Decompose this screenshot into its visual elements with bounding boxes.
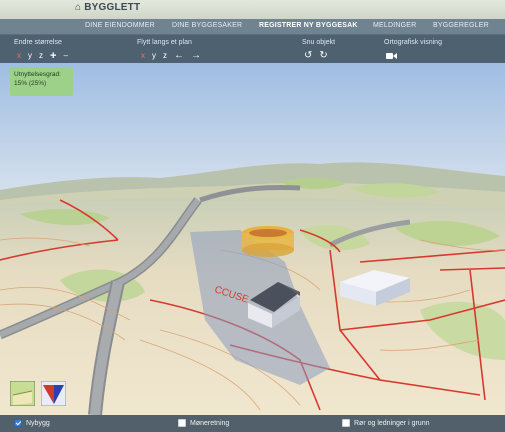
moneretning-option[interactable]: Møneretning <box>178 419 229 427</box>
map-view-thumbnail[interactable] <box>9 380 36 407</box>
ror-option[interactable]: Rør og ledninger i grunn <box>342 419 430 427</box>
resize-label: Endre størrelse <box>14 39 62 46</box>
move-z-button[interactable]: z <box>163 51 167 61</box>
home-icon: ⌂ <box>75 2 82 13</box>
shrink-button[interactable]: – <box>63 51 67 61</box>
resize-controls: x y z + – <box>17 50 68 61</box>
terrain-scene[interactable]: CCUSE <box>0 63 505 415</box>
axis-view-thumbnail[interactable] <box>40 380 67 407</box>
map-layer-icon <box>9 380 36 407</box>
header-bar: ⌂ BYGGLETT <box>0 0 505 19</box>
moneretning-checkbox[interactable] <box>178 419 186 427</box>
map-3d-view[interactable]: CCUSE <box>0 63 505 415</box>
move-label: Flytt langs et plan <box>137 39 192 46</box>
move-y-button[interactable]: y <box>152 51 156 61</box>
move-left-button[interactable]: ← <box>174 50 184 61</box>
resize-y-button[interactable]: y <box>28 51 32 61</box>
nybygg-label: Nybygg <box>26 419 50 427</box>
options-bar: Nybygg Møneretning Rør og ledninger i gr… <box>0 415 505 432</box>
camera-icon[interactable] <box>386 52 397 60</box>
nybygg-checkbox[interactable] <box>14 419 22 427</box>
nybygg-option[interactable]: Nybygg <box>14 419 50 427</box>
object-toolbar: Endre størrelse x y z + – Flytt langs et… <box>0 35 505 63</box>
ortho-controls <box>386 50 397 61</box>
move-right-button[interactable]: → <box>191 50 201 61</box>
nav-item-meldinger[interactable]: MELDINGER <box>373 22 416 29</box>
ortho-label: Ortografisk visning <box>384 39 442 46</box>
app-logo[interactable]: ⌂ BYGGLETT <box>75 2 140 13</box>
nav-item-registrer-ny-byggesak[interactable]: REGISTRER NY BYGGESAK <box>259 22 358 29</box>
utilization-label: Utnyttelsesgrad: <box>14 71 61 78</box>
resize-z-button[interactable]: z <box>39 51 43 61</box>
move-controls: x y z ← → <box>141 50 201 61</box>
utilization-value: 15% (25%) <box>14 80 47 87</box>
move-x-button[interactable]: x <box>141 51 145 61</box>
nav-item-dine-eiendommer[interactable]: DINE EIENDOMMER <box>85 22 155 29</box>
rotate-label: Snu objekt <box>302 39 336 46</box>
moneretning-label: Møneretning <box>190 419 230 427</box>
ror-label: Rør og ledninger i grunn <box>354 419 430 427</box>
enlarge-button[interactable]: + <box>50 50 56 61</box>
utilization-badge: Utnyttelsesgrad: 15% (25%) <box>10 67 73 96</box>
app-logo-text: BYGGLETT <box>84 2 141 13</box>
axis-orientation-icon <box>40 380 67 407</box>
nav-item-byggeregler[interactable]: BYGGEREGLER <box>433 22 489 29</box>
main-nav: DINE EIENDOMMER DINE BYGGESAKER REGISTRE… <box>0 19 505 35</box>
resize-x-button[interactable]: x <box>17 51 21 61</box>
rotate-cw-icon[interactable]: ↻ <box>319 50 327 61</box>
rotate-ccw-icon[interactable]: ↺ <box>304 50 312 61</box>
nav-item-dine-byggesaker[interactable]: DINE BYGGESAKER <box>172 22 242 29</box>
rotate-controls: ↺ ↻ <box>304 50 328 61</box>
ror-checkbox[interactable] <box>342 419 350 427</box>
